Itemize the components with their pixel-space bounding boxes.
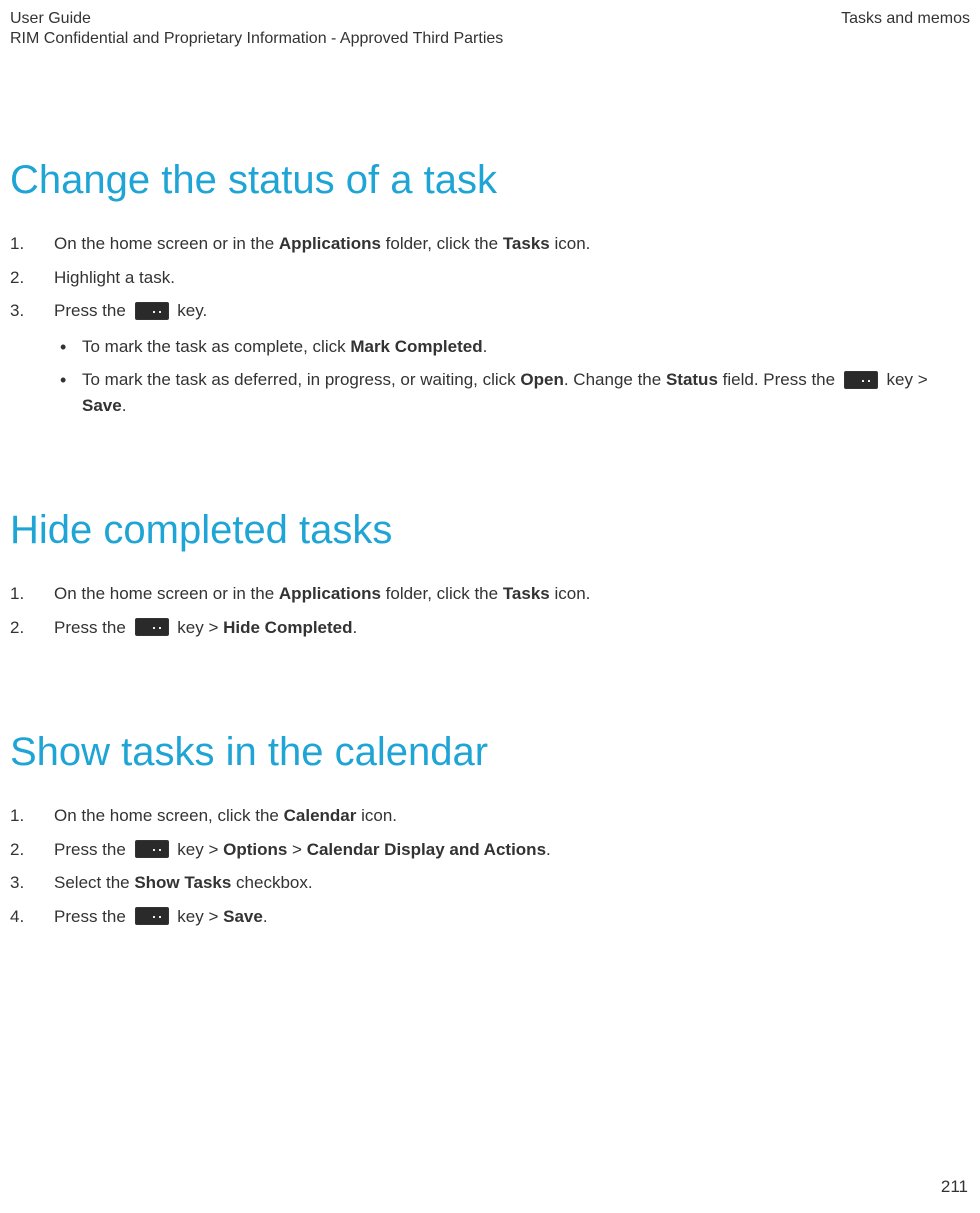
bold-text: Calendar Display and Actions (307, 840, 546, 859)
text: . (122, 396, 127, 415)
menu-key-icon (135, 618, 169, 636)
text: . (263, 907, 268, 926)
bold-text: Calendar (284, 806, 357, 825)
text: Press the (54, 907, 131, 926)
steps-hide-completed: On the home screen or in the Application… (10, 581, 970, 640)
menu-key-icon (135, 302, 169, 320)
text: checkbox. (231, 873, 312, 892)
page-number: 211 (941, 1177, 968, 1197)
text: To mark the task as complete, click (82, 337, 350, 356)
text: icon. (356, 806, 397, 825)
menu-key-icon (135, 907, 169, 925)
list-item: Press the key > Hide Completed. (10, 615, 970, 641)
menu-key-icon (844, 371, 878, 389)
bold-text: Show Tasks (134, 873, 231, 892)
text: key. (173, 301, 208, 320)
heading-hide-completed: Hide completed tasks (10, 508, 970, 553)
list-item: To mark the task as complete, click Mark… (54, 334, 970, 360)
text: Select the (54, 873, 134, 892)
steps-show-in-calendar: On the home screen, click the Calendar i… (10, 803, 970, 929)
header-right: Tasks and memos (841, 10, 970, 28)
text: icon. (550, 584, 591, 603)
steps-change-status: On the home screen or in the Application… (10, 231, 970, 418)
text: > (287, 840, 306, 859)
text: . (353, 618, 358, 637)
text: On the home screen or in the (54, 234, 279, 253)
text: On the home screen, click the (54, 806, 284, 825)
text: icon. (550, 234, 591, 253)
header-left-line1: User Guide (10, 10, 91, 28)
list-item: On the home screen, click the Calendar i… (10, 803, 970, 829)
sub-list: To mark the task as complete, click Mark… (54, 334, 970, 419)
list-item: On the home screen or in the Application… (10, 231, 970, 257)
text: Press the (54, 618, 131, 637)
text: Press the (54, 840, 131, 859)
list-item: Highlight a task. (10, 265, 970, 291)
list-item: To mark the task as deferred, in progres… (54, 367, 970, 418)
text: field. Press the (718, 370, 840, 389)
bold-text: Applications (279, 234, 381, 253)
text: Press the (54, 301, 131, 320)
list-item: Press the key > Save. (10, 904, 970, 930)
bold-text: Hide Completed (223, 618, 352, 637)
text: key > (173, 907, 224, 926)
menu-key-icon (135, 840, 169, 858)
bold-text: Tasks (503, 584, 550, 603)
bold-text: Options (223, 840, 287, 859)
text: folder, click the (381, 584, 503, 603)
bold-text: Save (82, 396, 122, 415)
text: key > (882, 370, 928, 389)
bold-text: Mark Completed (350, 337, 482, 356)
heading-show-in-calendar: Show tasks in the calendar (10, 730, 970, 775)
text: key > (173, 618, 224, 637)
text: To mark the task as deferred, in progres… (82, 370, 520, 389)
bold-text: Status (666, 370, 718, 389)
text: On the home screen or in the (54, 584, 279, 603)
bold-text: Open (520, 370, 563, 389)
text: . (546, 840, 551, 859)
text: key > (173, 840, 224, 859)
list-item: Press the key > Options > Calendar Displ… (10, 837, 970, 863)
text: . Change the (564, 370, 666, 389)
list-item: Select the Show Tasks checkbox. (10, 870, 970, 896)
list-item: On the home screen or in the Application… (10, 581, 970, 607)
text: . (483, 337, 488, 356)
header-left-line2: RIM Confidential and Proprietary Informa… (10, 30, 970, 48)
bold-text: Save (223, 907, 263, 926)
bold-text: Applications (279, 584, 381, 603)
bold-text: Tasks (503, 234, 550, 253)
list-item: Press the key. To mark the task as compl… (10, 298, 970, 418)
heading-change-status: Change the status of a task (10, 158, 970, 203)
text: folder, click the (381, 234, 503, 253)
